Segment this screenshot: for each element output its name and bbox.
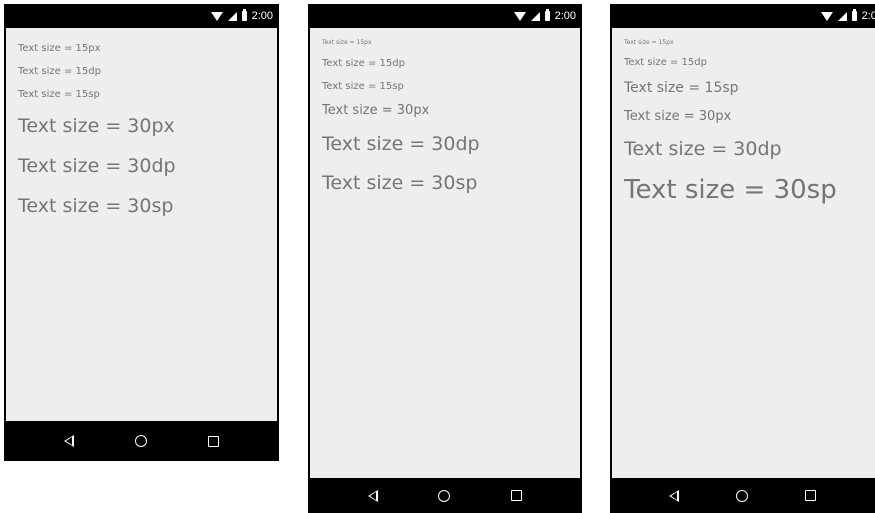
signal-icon bbox=[530, 11, 540, 21]
text-line-15sp: Text size = 15sp bbox=[624, 80, 739, 96]
nav-bar bbox=[308, 478, 582, 513]
home-icon[interactable] bbox=[438, 489, 451, 502]
text-line-30dp: Text size = 30dp bbox=[322, 133, 480, 155]
wifi-icon bbox=[210, 11, 223, 21]
home-icon[interactable] bbox=[134, 435, 147, 447]
text-line-15dp: Text size = 15dp bbox=[322, 58, 405, 69]
app-screen: Text size = 15px Text size = 15dp Text s… bbox=[6, 28, 277, 421]
text-line-30px: Text size = 30px bbox=[624, 109, 732, 124]
recents-icon[interactable] bbox=[510, 490, 522, 501]
back-icon[interactable] bbox=[368, 489, 379, 502]
text-line-30dp: Text size = 30dp bbox=[624, 138, 782, 160]
text-line-30px: Text size = 30px bbox=[18, 115, 175, 137]
recents-icon[interactable] bbox=[805, 490, 817, 501]
phone-1: 2:00 Text size = 15px Text size = 15dp T… bbox=[4, 4, 279, 461]
nav-bar bbox=[610, 478, 875, 513]
phone-2: 2:00 Text size = 15px Text size = 15dp T… bbox=[308, 4, 582, 513]
text-line-30sp: Text size = 30sp bbox=[18, 195, 174, 217]
nav-bar bbox=[4, 421, 279, 461]
text-line-30sp: Text size = 30sp bbox=[322, 172, 478, 194]
status-time: 2:00 bbox=[861, 10, 875, 22]
back-icon[interactable] bbox=[64, 435, 75, 447]
wifi-icon bbox=[513, 11, 526, 21]
status-time: 2:00 bbox=[554, 10, 576, 22]
status-bar: 2:00 bbox=[610, 4, 875, 28]
text-line-15sp: Text size = 15sp bbox=[18, 89, 100, 100]
signal-icon bbox=[837, 11, 847, 21]
text-line-30px: Text size = 30px bbox=[322, 103, 430, 118]
home-icon[interactable] bbox=[735, 489, 748, 502]
text-line-15px: Text size = 15px bbox=[18, 43, 101, 54]
status-time: 2:00 bbox=[251, 10, 273, 22]
phone-3: 2:00 Text size = 15px Text size = 15dp T… bbox=[610, 4, 875, 513]
battery-icon bbox=[544, 9, 550, 21]
signal-icon bbox=[227, 11, 237, 21]
text-line-30sp: Text size = 30sp bbox=[624, 175, 837, 205]
battery-icon bbox=[241, 9, 247, 21]
back-icon[interactable] bbox=[668, 489, 679, 502]
text-line-15dp: Text size = 15dp bbox=[18, 66, 101, 77]
text-line-15sp: Text size = 15sp bbox=[322, 81, 404, 92]
text-line-15px: Text size = 15px bbox=[322, 39, 372, 46]
wifi-icon bbox=[820, 11, 833, 21]
status-bar: 2:00 bbox=[4, 4, 279, 28]
app-screen: Text size = 15px Text size = 15dp Text s… bbox=[310, 28, 580, 478]
text-line-15dp: Text size = 15dp bbox=[624, 57, 707, 68]
battery-icon bbox=[851, 9, 857, 21]
app-screen: Text size = 15px Text size = 15dp Text s… bbox=[612, 28, 875, 478]
text-line-15px: Text size = 15px bbox=[624, 39, 674, 46]
text-line-30dp: Text size = 30dp bbox=[18, 155, 176, 177]
recents-icon[interactable] bbox=[207, 435, 219, 447]
status-bar: 2:00 bbox=[308, 4, 582, 28]
